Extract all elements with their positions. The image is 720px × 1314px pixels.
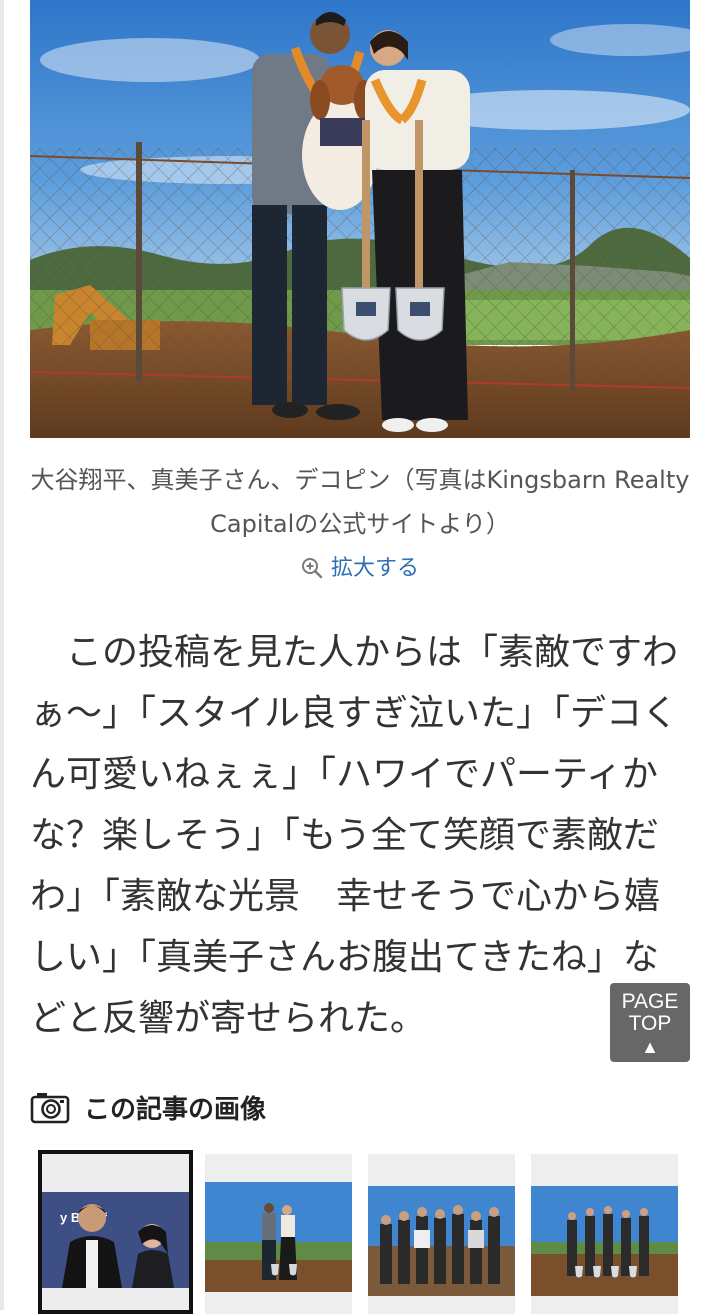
- article-text: この投稿を見た人からは「素敵ですわぁ〜」「スタイル良すぎ泣いた」「デコくん可愛い…: [30, 632, 679, 1039]
- thumbnail-4[interactable]: [531, 1154, 678, 1314]
- zoom-in-icon: [301, 558, 323, 579]
- left-border: [0, 0, 4, 1310]
- thumbnail-strip: y Benef: [38, 1150, 688, 1314]
- enlarge-link[interactable]: 拡大する: [0, 553, 720, 585]
- thumbnail-1-image: y Benef: [42, 1192, 189, 1288]
- thumbnail-3[interactable]: [368, 1154, 515, 1314]
- thumbnail-2-image: [205, 1182, 352, 1292]
- images-section-title: この記事の画像: [84, 1094, 267, 1125]
- camera-icon: [30, 1093, 70, 1124]
- arrow-up-icon: ▲: [641, 1037, 659, 1057]
- article-paragraph: この投稿を見た人からは「素敵ですわぁ〜」「スタイル良すぎ泣いた」「デコくん可愛い…: [30, 622, 690, 1049]
- thumbnail-2[interactable]: [205, 1154, 352, 1314]
- thumbnail-4-image: [531, 1186, 678, 1296]
- images-section-header: この記事の画像: [30, 1085, 266, 1129]
- article-main-photo[interactable]: [30, 0, 690, 438]
- photo-caption: 大谷翔平、真美子さん、デコピン（写真はKingsbarn Realty Capi…: [30, 466, 690, 538]
- thumbnail-3-image: [368, 1186, 515, 1296]
- page-top-line1: PAGE: [621, 990, 679, 1013]
- thumbnail-1[interactable]: y Benef: [38, 1150, 193, 1314]
- enlarge-label: 拡大する: [330, 556, 419, 581]
- page-top-line2: TOP: [628, 1012, 672, 1035]
- page-top-button[interactable]: PAGE TOP ▲: [610, 983, 690, 1062]
- photo-illustration: [30, 0, 690, 438]
